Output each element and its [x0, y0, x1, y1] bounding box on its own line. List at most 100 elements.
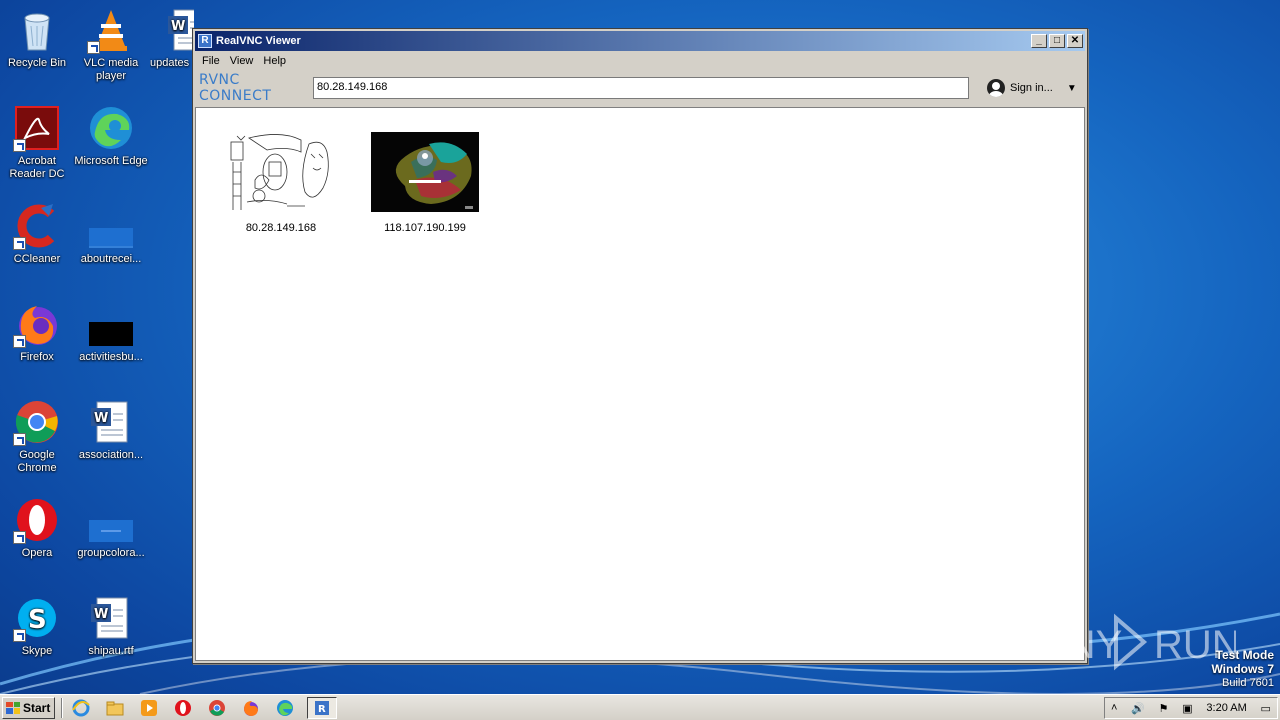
action-center-flag-icon[interactable]: ⚑ — [1159, 702, 1169, 715]
opera-icon — [13, 496, 61, 544]
realvnc-window: R RealVNC Viewer _ □ ✕ File View Help RV… — [192, 28, 1088, 664]
maximize-button[interactable]: □ — [1049, 34, 1065, 48]
network-icon[interactable]: ▣ — [1182, 702, 1192, 715]
svg-text:W: W — [94, 411, 108, 426]
firefox-icon[interactable] — [239, 697, 263, 719]
desktop-icon-label: VLC media player — [83, 57, 139, 82]
svg-text:ANY: ANY — [1040, 623, 1122, 667]
test-mode-notice: Test Mode Windows 7 Build 7601 — [1211, 648, 1274, 690]
address-input[interactable]: 80.28.149.168 — [313, 77, 969, 99]
explorer-icon[interactable] — [103, 697, 127, 719]
desktop-icon-association[interactable]: W association... — [74, 398, 148, 462]
user-avatar-icon — [987, 79, 1005, 97]
minimize-button[interactable]: _ — [1031, 34, 1047, 48]
skype-icon: S — [13, 594, 61, 642]
clock[interactable]: 3:20 AM — [1206, 702, 1246, 714]
word-doc-icon: W — [87, 594, 135, 642]
desktop-icon-recycle-bin[interactable]: Recycle Bin — [0, 6, 74, 70]
svg-text:S: S — [28, 605, 47, 635]
desktop-icon-label: association... — [78, 449, 144, 461]
windows-version-line: Windows 7 — [1211, 662, 1274, 676]
sign-in-label: Sign in... — [1010, 82, 1053, 94]
anyrun-watermark-logo: ANY RUN — [1040, 613, 1236, 671]
media-player-icon[interactable] — [137, 697, 161, 719]
acrobat-icon — [13, 104, 61, 152]
taskbar-separator — [61, 697, 63, 718]
desktop-icon-firefox[interactable]: Firefox — [0, 300, 74, 364]
taskbar: Start R ˄ 🔊 ⚑ ▣ 3:20 AM ▭ — [0, 694, 1280, 720]
menu-bar: File View Help — [193, 51, 1087, 71]
ccleaner-icon — [13, 202, 61, 250]
blank-file-icon — [87, 496, 135, 544]
connections-panel: 80.28.149.168 118.107.190.199 — [195, 107, 1085, 661]
desktop-icon-edge[interactable]: Microsoft Edge — [74, 104, 148, 168]
show-hidden-icons-chevron-icon[interactable]: ˄ — [1111, 702, 1117, 714]
desktop-icon-opera[interactable]: Opera — [0, 496, 74, 560]
chevron-down-icon[interactable]: ▼ — [1067, 83, 1077, 94]
svg-text:R: R — [318, 704, 326, 715]
desktop-icon-vlc[interactable]: VLC media player — [74, 6, 148, 83]
window-title: RealVNC Viewer — [216, 35, 301, 47]
desktop-icon-acrobat[interactable]: Acrobat Reader DC — [0, 104, 74, 181]
build-line: Build 7601 — [1222, 677, 1274, 689]
ie-icon[interactable] — [69, 697, 93, 719]
desktop-icon-label: Acrobat Reader DC — [9, 155, 65, 180]
test-mode-line: Test Mode — [1215, 648, 1274, 662]
desktop-icon-updates[interactable]: W updates — [150, 6, 194, 70]
menu-file[interactable]: File — [197, 55, 225, 67]
sign-in-button[interactable]: Sign in... ▼ — [987, 79, 1077, 97]
desktop-icon-label: shipau.rtf — [88, 645, 134, 657]
desktop-icon-label: updates — [150, 57, 190, 69]
recycle-bin-icon — [13, 6, 61, 54]
show-desktop-icon[interactable]: ▭ — [1261, 702, 1271, 715]
desktop-icon-groupcolora[interactable]: groupcolora... — [74, 496, 148, 560]
desktop-icon-activitiesbu[interactable]: activitiesbu... — [74, 300, 148, 364]
edge-icon — [87, 104, 135, 152]
menu-view[interactable]: View — [225, 55, 259, 67]
desktop-icon-aboutrecei[interactable]: aboutrecei... — [74, 202, 148, 266]
desktop-icon-skype[interactable]: S Skype — [0, 594, 74, 658]
opera-icon[interactable] — [171, 697, 195, 719]
menu-help[interactable]: Help — [258, 55, 291, 67]
svg-text:W: W — [94, 607, 108, 622]
desktop-icon-label: Skype — [21, 645, 53, 657]
vnc-connect-logo: RVNC CONNECT — [199, 72, 272, 104]
chrome-icon[interactable] — [205, 697, 229, 719]
toolbar: RVNC CONNECT 80.28.149.168 Sign in... ▼ — [193, 71, 1087, 105]
desktop-icon-label: groupcolora... — [77, 547, 145, 559]
desktop-icon-chrome[interactable]: Google Chrome — [0, 398, 74, 475]
vlc-icon — [87, 6, 135, 54]
svg-text:W: W — [171, 19, 185, 34]
desktop-icon-label: Firefox — [20, 351, 54, 363]
desktop-icon-label: Opera — [21, 547, 53, 559]
realvnc-icon[interactable]: R — [307, 696, 337, 719]
desktop-icon-shipau[interactable]: W shipau.rtf — [74, 594, 148, 658]
close-button[interactable]: ✕ — [1067, 34, 1083, 48]
system-tray: ˄ 🔊 ⚑ ▣ 3:20 AM ▭ — [1104, 697, 1278, 719]
blank-file-icon — [87, 202, 135, 250]
word-doc-icon: W — [164, 6, 194, 54]
desktop-icon-label: Recycle Bin — [7, 57, 67, 69]
connection-tile[interactable]: 118.107.190.199 — [360, 132, 490, 234]
firefox-icon — [13, 300, 61, 348]
lockscreen-preview-thumbnail — [371, 132, 479, 212]
desktop-icon-ccleaner[interactable]: CCleaner — [0, 202, 74, 266]
desktop-icon-label: Microsoft Edge — [74, 155, 148, 167]
volume-icon[interactable]: 🔊 — [1131, 702, 1145, 715]
sketch-preview-thumbnail — [227, 132, 335, 212]
start-button[interactable]: Start — [2, 696, 55, 719]
start-label: Start — [23, 700, 51, 715]
connection-label: 80.28.149.168 — [245, 222, 317, 234]
black-file-icon — [87, 300, 135, 348]
windows-flag-icon — [6, 701, 20, 714]
desktop-icon-label: Google Chrome — [17, 449, 57, 474]
desktop-icon-label: aboutrecei... — [80, 253, 142, 265]
realvnc-app-icon: R — [198, 34, 212, 48]
edge-icon[interactable] — [273, 697, 297, 719]
desktop-icon-label: activitiesbu... — [79, 351, 143, 363]
word-doc-icon: W — [87, 398, 135, 446]
window-titlebar[interactable]: R RealVNC Viewer _ □ ✕ — [195, 31, 1085, 51]
chrome-icon — [13, 398, 61, 446]
connection-tile[interactable]: 80.28.149.168 — [216, 132, 346, 234]
desktop-icon-label: CCleaner — [13, 253, 61, 265]
